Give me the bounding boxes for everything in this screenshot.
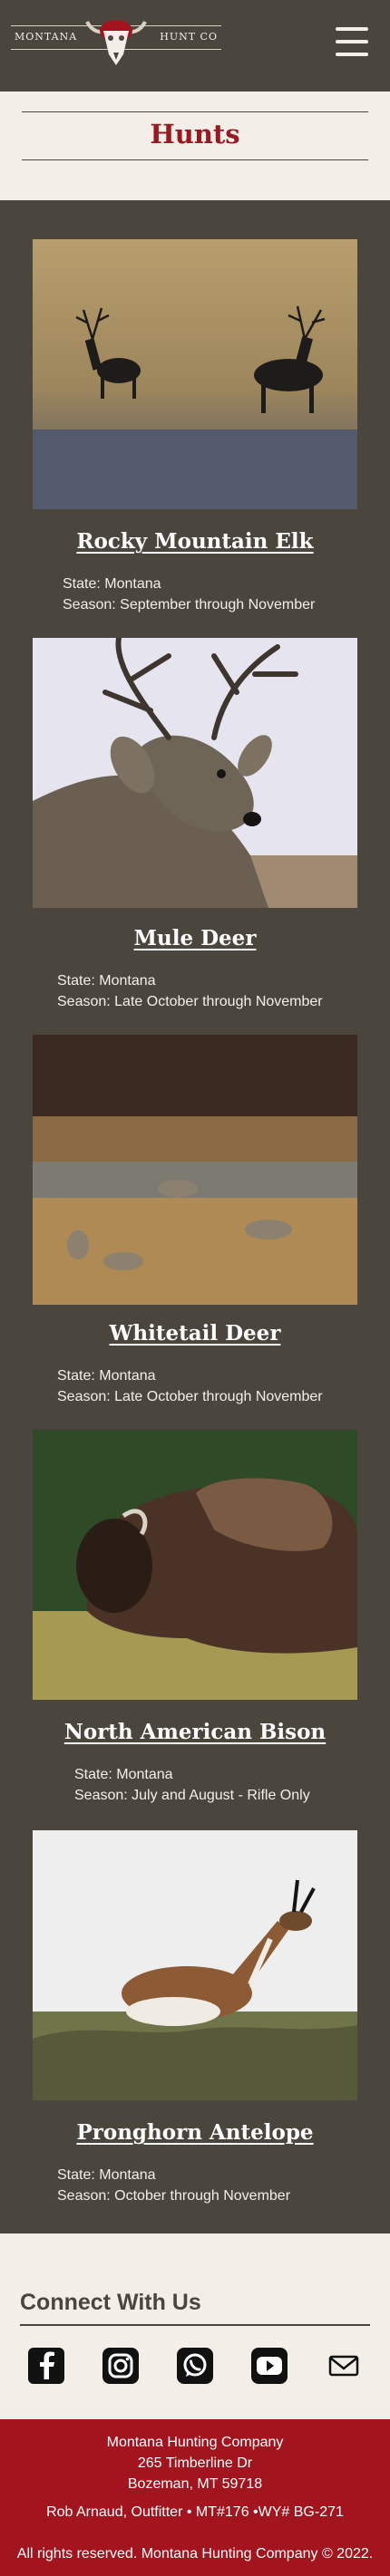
connect-rule <box>20 2324 370 2326</box>
bison-skull-icon <box>85 20 147 65</box>
antelope-photo <box>33 1830 357 2100</box>
title-rule-bottom <box>22 159 368 160</box>
logo-text-left: Montana <box>15 31 78 43</box>
site-footer: Montana Hunting Company 265 Timberline D… <box>0 2419 390 2576</box>
hunt-state: State: Montana <box>57 1368 156 1384</box>
footer-company: Montana Hunting Company <box>106 2435 284 2450</box>
instagram-icon[interactable] <box>102 2347 140 2385</box>
site-header: Montana Hunt Co <box>0 0 390 92</box>
hunt-state: State: Montana <box>57 973 156 989</box>
footer-city: Bozeman, MT 59718 <box>127 2476 263 2492</box>
hunt-state: State: Montana <box>63 576 161 592</box>
hunt-details: State: Montana Season: July and August -… <box>0 1744 390 1806</box>
youtube-icon[interactable] <box>250 2347 288 2385</box>
hunt-season: Season: October through November <box>57 2188 291 2204</box>
title-rule-top <box>22 111 368 112</box>
hunt-season: Season: Late October through November <box>57 1389 323 1404</box>
hunt-season: Season: July and August - Rifle Only <box>74 1788 310 1803</box>
page-title: Hunts <box>150 119 240 150</box>
whitetail-photo <box>33 1035 357 1305</box>
hunt-details: State: Montana Season: Late October thro… <box>0 950 390 1012</box>
hunt-details: State: Montana Season: September through… <box>0 554 390 615</box>
hunt-title[interactable]: Pronghorn Antelope <box>0 2120 390 2145</box>
mail-icon[interactable] <box>325 2347 363 2385</box>
footer-license: Rob Arnaud, Outfitter • MT#176 •WY# BG-2… <box>46 2504 344 2520</box>
menu-bar-icon <box>336 27 368 31</box>
hunt-state: State: Montana <box>57 2167 156 2183</box>
menu-bar-icon <box>336 40 368 43</box>
connect-section: Connect With Us <box>0 2233 390 2419</box>
hunt-card: Pronghorn Antelope State: Montana Season… <box>0 1830 390 2229</box>
hunt-card: Rocky Mountain Elk State: Montana Season… <box>0 239 390 638</box>
connect-heading: Connect With Us <box>20 2290 201 2315</box>
elk-photo <box>33 239 357 509</box>
facebook-icon[interactable] <box>27 2347 65 2385</box>
logo-text-right: Hunt Co <box>160 31 218 43</box>
bison-photo <box>33 1430 357 1700</box>
hunt-state: State: Montana <box>74 1767 173 1782</box>
hunt-title[interactable]: Mule Deer <box>0 926 390 950</box>
hunt-details: State: Montana Season: Late October thro… <box>0 1346 390 1407</box>
title-band: Hunts <box>0 92 390 200</box>
hunt-card: Whitetail Deer State: Montana Season: La… <box>0 1035 390 1430</box>
footer-copyright: All rights reserved. Montana Hunting Com… <box>16 2546 374 2562</box>
social-links <box>27 2347 363 2385</box>
hunt-title[interactable]: North American Bison <box>0 1720 390 1744</box>
hunt-card: Mule Deer State: Montana Season: Late Oc… <box>0 638 390 1035</box>
hunts-list: Rocky Mountain Elk State: Montana Season… <box>0 200 390 2233</box>
hunt-title[interactable]: Rocky Mountain Elk <box>0 529 390 554</box>
hunt-season: Season: September through November <box>63 597 316 613</box>
hunt-details: State: Montana Season: October through N… <box>0 2145 390 2206</box>
hunt-season: Season: Late October through November <box>57 994 323 1009</box>
menu-bar-icon <box>336 53 368 56</box>
site-logo[interactable]: Montana Hunt Co <box>11 9 221 69</box>
hamburger-menu-button[interactable] <box>336 27 368 56</box>
footer-address: Montana Hunting Company 265 Timberline D… <box>0 2419 390 2494</box>
hunt-card: North American Bison State: Montana Seas… <box>0 1430 390 1830</box>
mule-deer-photo <box>33 638 357 908</box>
hunt-title[interactable]: Whitetail Deer <box>0 1321 390 1346</box>
footer-street: 265 Timberline Dr <box>137 2455 253 2471</box>
whatsapp-icon[interactable] <box>176 2347 214 2385</box>
